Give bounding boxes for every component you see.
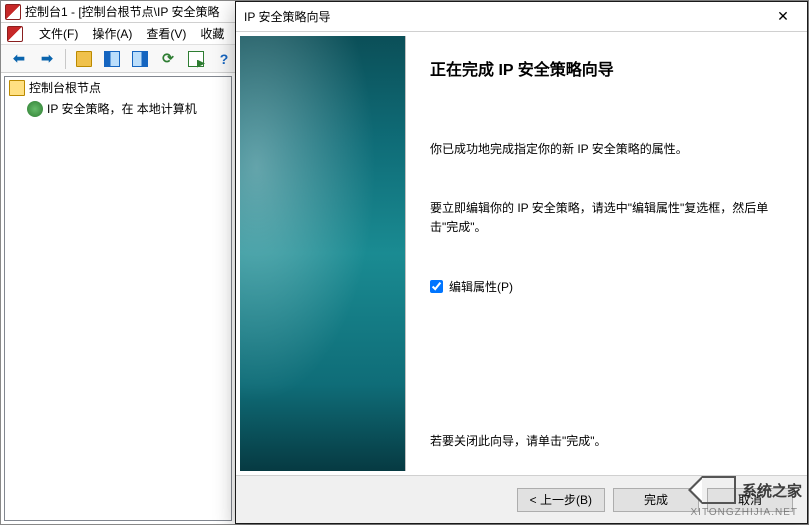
menu-view[interactable]: 查看(V) [146,25,186,42]
up-level-button[interactable] [72,47,96,71]
export-icon [188,51,204,67]
wizard-footer: < 上一步(B) 完成 取消 [236,475,807,523]
ipsec-wizard-dialog: IP 安全策略向导 ✕ 正在完成 IP 安全策略向导 你已成功地完成指定你的新 … [235,1,808,524]
show-detail-button[interactable] [128,47,152,71]
help-button[interactable]: ? [212,47,236,71]
menu-file[interactable]: 文件(F) [39,25,78,42]
close-button[interactable]: ✕ [761,3,805,31]
pane-tree-icon [104,51,120,67]
nav-forward-button[interactable]: ➡ [35,47,59,71]
wizard-titlebar[interactable]: IP 安全策略向导 ✕ [236,2,807,32]
app-icon [5,4,21,20]
app-icon-small [7,26,23,42]
wizard-title: IP 安全策略向导 [244,8,330,25]
folder-up-icon [76,51,92,67]
menu-favorites[interactable]: 收藏 [200,25,224,42]
menu-action[interactable]: 操作(A) [92,25,132,42]
wizard-content: 正在完成 IP 安全策略向导 你已成功地完成指定你的新 IP 安全策略的属性。 … [236,32,807,475]
cancel-button[interactable]: 取消 [707,488,793,512]
wizard-banner-image [240,36,406,471]
pane-detail-icon [132,51,148,67]
export-list-button[interactable] [184,47,208,71]
folder-icon [9,80,25,96]
wizard-close-hint: 若要关闭此向导，请单击"完成"。 [430,432,779,449]
tree-pane[interactable]: 控制台根节点 IP 安全策略，在 本地计算机 [4,76,232,521]
back-button[interactable]: < 上一步(B) [517,488,605,512]
ipsec-icon [27,101,43,117]
edit-properties-checkbox[interactable]: 编辑属性(P) [430,278,779,295]
tree-ipsec-node[interactable]: IP 安全策略，在 本地计算机 [5,98,231,119]
nav-back-button[interactable]: ⬅ [7,47,31,71]
window-title: 控制台1 - [控制台根节点\IP 安全策略 [25,3,219,20]
edit-properties-checkbox-input[interactable] [430,280,443,293]
wizard-edit-hint: 要立即编辑你的 IP 安全策略，请选中"编辑属性"复选框，然后单击"完成"。 [430,199,779,237]
wizard-heading: 正在完成 IP 安全策略向导 [430,56,779,80]
refresh-button[interactable]: ⟳ [156,47,180,71]
tree-root-label: 控制台根节点 [29,79,101,96]
tree-root-node[interactable]: 控制台根节点 [5,77,231,98]
show-tree-button[interactable] [100,47,124,71]
wizard-success-text: 你已成功地完成指定你的新 IP 安全策略的属性。 [430,140,779,159]
separator [65,49,66,69]
close-icon: ✕ [777,8,789,25]
wizard-main-panel: 正在完成 IP 安全策略向导 你已成功地完成指定你的新 IP 安全策略的属性。 … [406,36,803,471]
tree-ipsec-label: IP 安全策略，在 本地计算机 [47,100,197,117]
edit-properties-checkbox-label: 编辑属性(P) [449,278,513,295]
finish-button[interactable]: 完成 [613,488,699,512]
